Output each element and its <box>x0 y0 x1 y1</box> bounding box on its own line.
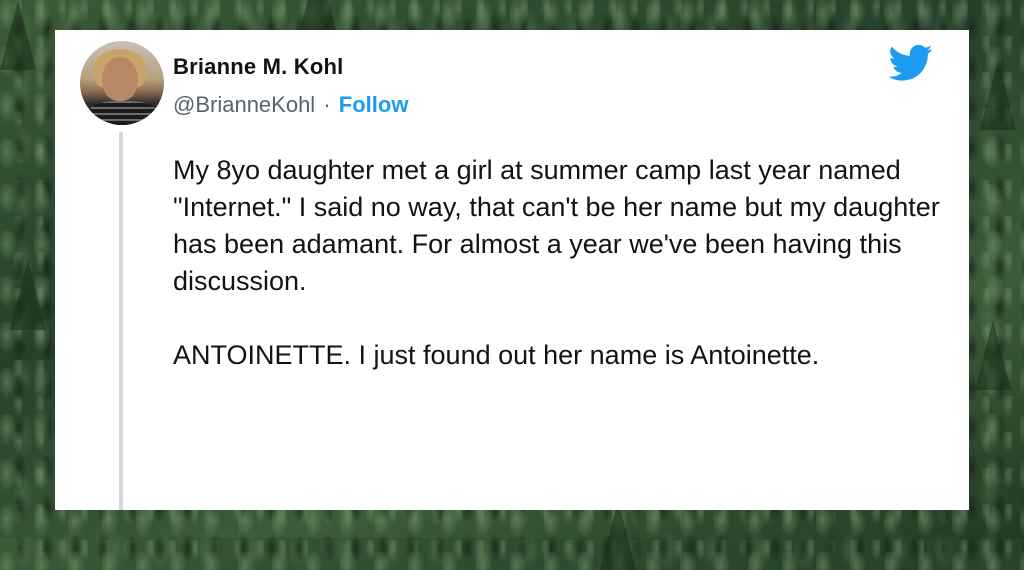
tweet-paragraph: ANTOINETTE. I just found out her name is… <box>173 340 820 370</box>
separator-dot: · <box>323 92 331 117</box>
thread-line <box>119 132 123 510</box>
background-tree <box>300 0 336 30</box>
avatar-face <box>102 57 138 101</box>
background-tree <box>980 60 1016 130</box>
background-tree <box>600 500 636 570</box>
tweet-paragraph: My 8yo daughter met a girl at summer cam… <box>173 155 940 296</box>
avatar-shirt <box>88 101 158 125</box>
handle-row: @BrianneKohl · Follow <box>173 92 408 118</box>
background-tree <box>975 320 1011 390</box>
background-tree <box>0 0 36 70</box>
follow-button[interactable]: Follow <box>339 92 409 117</box>
author-handle[interactable]: @BrianneKohl <box>173 92 315 117</box>
author-name[interactable]: Brianne M. Kohl <box>173 54 343 80</box>
background-tree <box>10 260 46 330</box>
avatar[interactable] <box>80 41 164 125</box>
tweet-body: My 8yo daughter met a girl at summer cam… <box>173 152 953 374</box>
tweet-card: Brianne M. Kohl @BrianneKohl · Follow My… <box>55 30 969 510</box>
twitter-bird-icon[interactable] <box>889 44 933 82</box>
